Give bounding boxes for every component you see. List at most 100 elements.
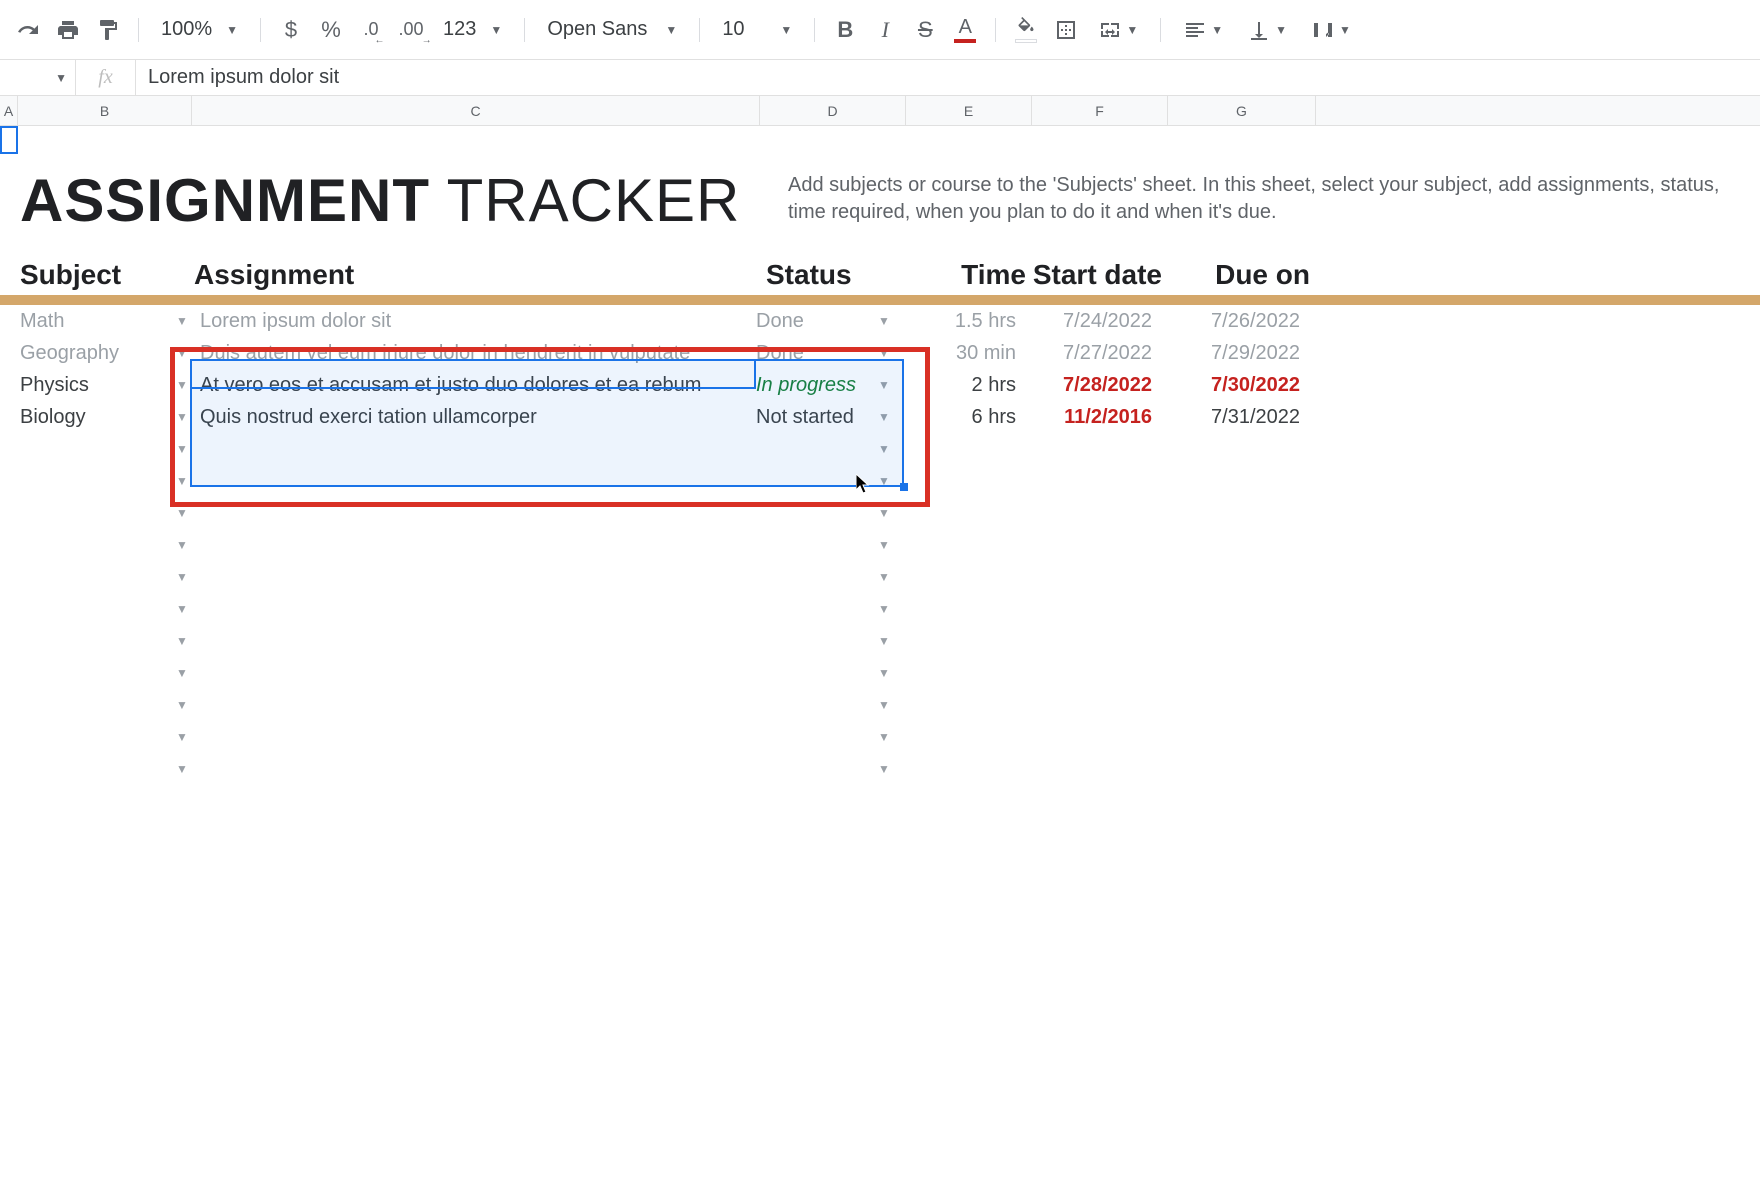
col-header-D[interactable]: D <box>760 96 906 125</box>
table-row[interactable]: ▼▼ <box>0 721 1760 753</box>
dropdown-icon[interactable]: ▼ <box>872 410 896 424</box>
cell-subject[interactable]: Physics <box>20 374 170 397</box>
cell-due[interactable]: 7/30/2022 <box>1158 374 1306 397</box>
dropdown-icon[interactable]: ▼ <box>872 314 896 328</box>
cell-subject[interactable]: Geography <box>20 342 170 365</box>
dropdown-icon[interactable]: ▼ <box>872 698 896 712</box>
dropdown-icon[interactable]: ▼ <box>872 634 896 648</box>
dropdown-icon[interactable]: ▼ <box>872 346 896 360</box>
table-row[interactable]: ▼▼ <box>0 433 1760 465</box>
table-row[interactable]: ▼▼ <box>0 465 1760 497</box>
cell-due[interactable]: 7/31/2022 <box>1158 406 1306 429</box>
col-header-F[interactable]: F <box>1032 96 1168 125</box>
table-row[interactable]: ▼▼ <box>0 689 1760 721</box>
cell-status[interactable]: Done <box>756 310 872 333</box>
dropdown-icon[interactable]: ▼ <box>872 474 896 488</box>
horizontal-align-select[interactable]: ▼ <box>1173 12 1233 48</box>
cell-start[interactable]: 7/27/2022 <box>1022 342 1158 365</box>
cell-status[interactable]: Not started <box>756 406 872 429</box>
vertical-align-select[interactable]: ▼ <box>1237 12 1297 48</box>
cell-time[interactable]: 30 min <box>896 342 1022 365</box>
more-formats-select[interactable]: 123▼ <box>433 12 512 48</box>
table-row[interactable]: Biology▼Quis nostrud exerci tation ullam… <box>0 401 1760 433</box>
formula-input[interactable]: Lorem ipsum dolor sit <box>136 66 1760 89</box>
dropdown-icon[interactable]: ▼ <box>170 538 194 552</box>
cell-subject[interactable]: Math <box>20 310 170 333</box>
name-box[interactable]: ▼ <box>0 60 76 95</box>
table-row[interactable]: Physics▼At vero eos et accusam et justo … <box>0 369 1760 401</box>
selection-handle[interactable] <box>900 483 908 491</box>
dropdown-icon[interactable]: ▼ <box>170 346 194 360</box>
paint-format-button[interactable] <box>90 12 126 48</box>
table-row[interactable]: ▼▼ <box>0 497 1760 529</box>
bold-button[interactable]: B <box>827 12 863 48</box>
dropdown-icon[interactable]: ▼ <box>170 506 194 520</box>
dropdown-icon[interactable]: ▼ <box>170 474 194 488</box>
cell-time[interactable]: 2 hrs <box>896 374 1022 397</box>
sheet[interactable]: ASSIGNMENT TRACKER Add subjects or cours… <box>0 126 1760 785</box>
cell-start[interactable]: 7/24/2022 <box>1022 310 1158 333</box>
percent-button[interactable]: % <box>313 12 349 48</box>
table-row[interactable]: ▼▼ <box>0 753 1760 785</box>
table-row[interactable]: ▼▼ <box>0 529 1760 561</box>
font-size-select[interactable]: 10▼ <box>712 12 802 48</box>
dropdown-icon[interactable]: ▼ <box>872 570 896 584</box>
zoom-select[interactable]: 100%▼ <box>151 12 248 48</box>
dropdown-icon[interactable]: ▼ <box>872 666 896 680</box>
cell-due[interactable]: 7/29/2022 <box>1158 342 1306 365</box>
dropdown-icon[interactable]: ▼ <box>872 762 896 776</box>
cell-time[interactable]: 1.5 hrs <box>896 310 1022 333</box>
dropdown-icon[interactable]: ▼ <box>170 378 194 392</box>
cell-start[interactable]: 7/28/2022 <box>1022 374 1158 397</box>
cell-subject[interactable]: Biology <box>20 406 170 429</box>
table-row[interactable]: Geography▼Duis autem vel eum iriure dolo… <box>0 337 1760 369</box>
table-row[interactable]: ▼▼ <box>0 561 1760 593</box>
cell-start[interactable]: 11/2/2016 <box>1022 406 1158 429</box>
col-header-A[interactable]: A <box>0 96 18 125</box>
cell-status[interactable]: In progress <box>756 374 872 397</box>
dropdown-icon[interactable]: ▼ <box>170 570 194 584</box>
dropdown-icon[interactable]: ▼ <box>872 730 896 744</box>
redo-button[interactable] <box>10 12 46 48</box>
strikethrough-button[interactable]: S <box>907 12 943 48</box>
dropdown-icon[interactable]: ▼ <box>170 730 194 744</box>
cell-due[interactable]: 7/26/2022 <box>1158 310 1306 333</box>
dropdown-icon[interactable]: ▼ <box>170 698 194 712</box>
dropdown-icon[interactable]: ▼ <box>170 314 194 328</box>
dropdown-icon[interactable]: ▼ <box>872 442 896 456</box>
dropdown-icon[interactable]: ▼ <box>872 378 896 392</box>
text-color-button[interactable]: A <box>947 12 983 48</box>
merge-cells-select[interactable]: ▼ <box>1088 12 1148 48</box>
decrease-decimal-button[interactable]: .0← <box>353 12 389 48</box>
dropdown-icon[interactable]: ▼ <box>872 538 896 552</box>
dropdown-icon[interactable]: ▼ <box>170 442 194 456</box>
dropdown-icon[interactable]: ▼ <box>170 410 194 424</box>
dropdown-icon[interactable]: ▼ <box>170 762 194 776</box>
text-wrap-select[interactable]: ▼ <box>1301 12 1361 48</box>
table-row[interactable]: ▼▼ <box>0 625 1760 657</box>
dropdown-icon[interactable]: ▼ <box>872 506 896 520</box>
dropdown-icon[interactable]: ▼ <box>872 602 896 616</box>
col-header-C[interactable]: C <box>192 96 760 125</box>
dropdown-icon[interactable]: ▼ <box>170 602 194 616</box>
cell-assignment[interactable]: Duis autem vel eum iriure dolor in hendr… <box>194 342 756 365</box>
cell-time[interactable]: 6 hrs <box>896 406 1022 429</box>
cell-status[interactable]: Done <box>756 342 872 365</box>
currency-button[interactable]: $ <box>273 12 309 48</box>
cell-assignment[interactable]: Lorem ipsum dolor sit <box>194 310 756 333</box>
increase-decimal-button[interactable]: .00→ <box>393 12 429 48</box>
col-header-B[interactable]: B <box>18 96 192 125</box>
col-header-E[interactable]: E <box>906 96 1032 125</box>
table-row[interactable]: ▼▼ <box>0 657 1760 689</box>
dropdown-icon[interactable]: ▼ <box>170 666 194 680</box>
cell-assignment[interactable]: Quis nostrud exerci tation ullamcorper <box>194 406 756 429</box>
table-row[interactable]: ▼▼ <box>0 593 1760 625</box>
italic-button[interactable]: I <box>867 12 903 48</box>
table-row[interactable]: Math▼Lorem ipsum dolor sitDone▼1.5 hrs7/… <box>0 305 1760 337</box>
dropdown-icon[interactable]: ▼ <box>170 634 194 648</box>
print-button[interactable] <box>50 12 86 48</box>
font-select[interactable]: Open Sans▼ <box>537 12 687 48</box>
fill-color-button[interactable] <box>1008 12 1044 48</box>
cell-assignment[interactable]: At vero eos et accusam et justo duo dolo… <box>194 374 756 397</box>
col-header-G[interactable]: G <box>1168 96 1316 125</box>
